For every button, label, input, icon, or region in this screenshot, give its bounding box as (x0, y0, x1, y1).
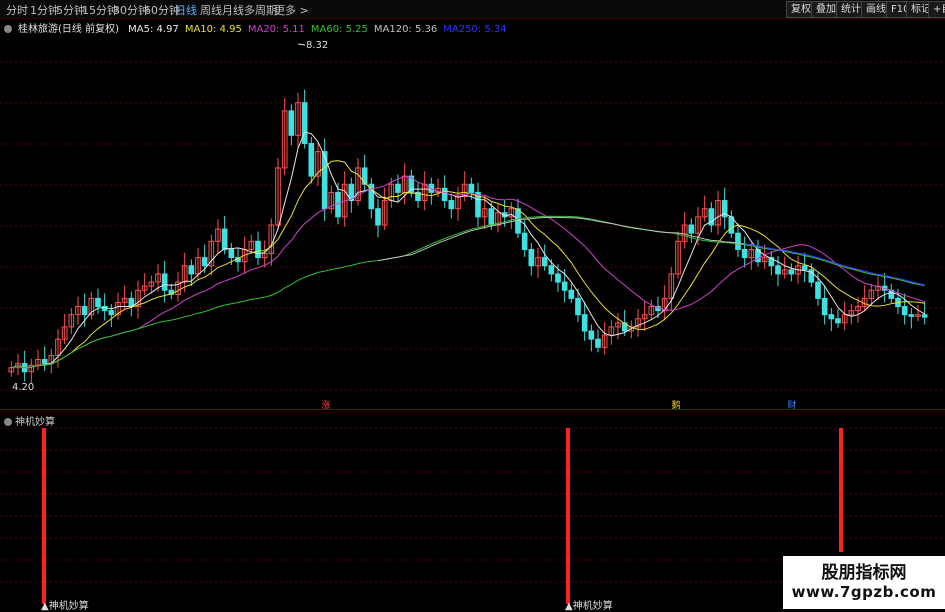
candle-body (468, 183, 475, 193)
ma-line-ma60 (11, 215, 925, 369)
candle-body (581, 314, 588, 332)
high-price-label: 8.32 (306, 40, 328, 51)
signal-bar (839, 428, 843, 552)
period-tab-10[interactable]: 更多 > (274, 2, 309, 18)
watermark-url: www.7gpzb.com (791, 583, 937, 601)
toolbar-button-6[interactable]: +自 (928, 1, 945, 18)
period-tab-7[interactable]: 周线 (200, 2, 222, 18)
candle-body (288, 110, 295, 136)
candle-body (255, 240, 261, 259)
signal-bar (42, 428, 46, 604)
watermark: 股朋指标网 www.7gpzb.com (783, 556, 945, 609)
main-price-chart[interactable]: 8.32 4.20 涨 鹅 财 (0, 34, 945, 409)
ma-line-ma20 (11, 175, 925, 369)
candle-body (448, 200, 455, 210)
signal-bar (566, 428, 570, 604)
period-tab-0[interactable]: 分时 (6, 2, 28, 18)
candle-body (735, 232, 741, 250)
low-price-label: 4.20 (12, 382, 34, 393)
candle-body (228, 248, 235, 259)
candle-body (788, 269, 795, 275)
candle-body (801, 265, 808, 271)
candle-body (108, 310, 115, 316)
signal-label: ▲神机妙算 (565, 601, 613, 612)
candle-body (201, 257, 208, 267)
candle-body (575, 297, 581, 316)
period-tab-9[interactable]: 多周期 (244, 2, 277, 18)
candle-body (41, 359, 48, 365)
candle-body (308, 142, 315, 177)
candle-body (561, 281, 568, 291)
candle-body (521, 232, 528, 250)
pane-divider[interactable] (0, 409, 945, 410)
candle-body (741, 248, 748, 259)
candle-body (835, 318, 841, 324)
candle-body (588, 330, 595, 340)
candle-body (441, 187, 448, 202)
period-toolbar: 分时 1分钟 5分钟 15分钟 30分钟 60分钟 日线 周线 月线 多周期 更多 > 复权 叠加 统计画… (0, 0, 945, 19)
candle-body (815, 281, 821, 299)
ma-line-ma5 (11, 131, 925, 369)
period-tab-1[interactable]: 1分钟 (30, 2, 59, 18)
ma-line-ma120 (377, 216, 925, 286)
candle-body (775, 265, 781, 275)
candle-body (548, 265, 555, 275)
candle-body (95, 297, 101, 308)
candle-body (921, 314, 928, 318)
candle-body (595, 338, 601, 348)
signal-label: ▲神机妙算 (41, 601, 89, 612)
watermark-line1: 股朋指标网 (821, 563, 907, 583)
candle-body (395, 183, 401, 193)
period-tab-2[interactable]: 5分钟 (56, 2, 85, 18)
event-mark-2[interactable]: 财 (787, 399, 796, 409)
candle-body (528, 248, 535, 267)
candle-body (908, 314, 915, 317)
candle-body (541, 257, 548, 267)
candle-body (81, 306, 88, 316)
candle-body (901, 306, 908, 316)
ma-line-ma10 (11, 160, 925, 369)
high-price-pointer (297, 43, 306, 46)
candle-body (568, 289, 575, 299)
candle-body (188, 265, 195, 275)
candle-body (821, 297, 828, 316)
period-tab-6[interactable]: 日线 (175, 2, 197, 18)
candle-body (828, 314, 835, 320)
candle-body (375, 208, 381, 226)
candle-body (555, 273, 561, 283)
ma-legend: 桂林旅游(日线 前复权) MA5: 4.97 MA10: 4.95 MA20: 5.… (4, 20, 513, 35)
candle-body (361, 167, 368, 185)
candle-body (688, 224, 695, 234)
event-mark-1[interactable]: 鹅 (671, 399, 680, 409)
candle-body (221, 228, 228, 250)
period-tab-8[interactable]: 月线 (222, 2, 244, 18)
candle-body (488, 208, 495, 226)
event-mark-0[interactable]: 涨 (321, 400, 330, 409)
candle-body (161, 273, 168, 291)
settings-icon[interactable] (4, 25, 12, 33)
